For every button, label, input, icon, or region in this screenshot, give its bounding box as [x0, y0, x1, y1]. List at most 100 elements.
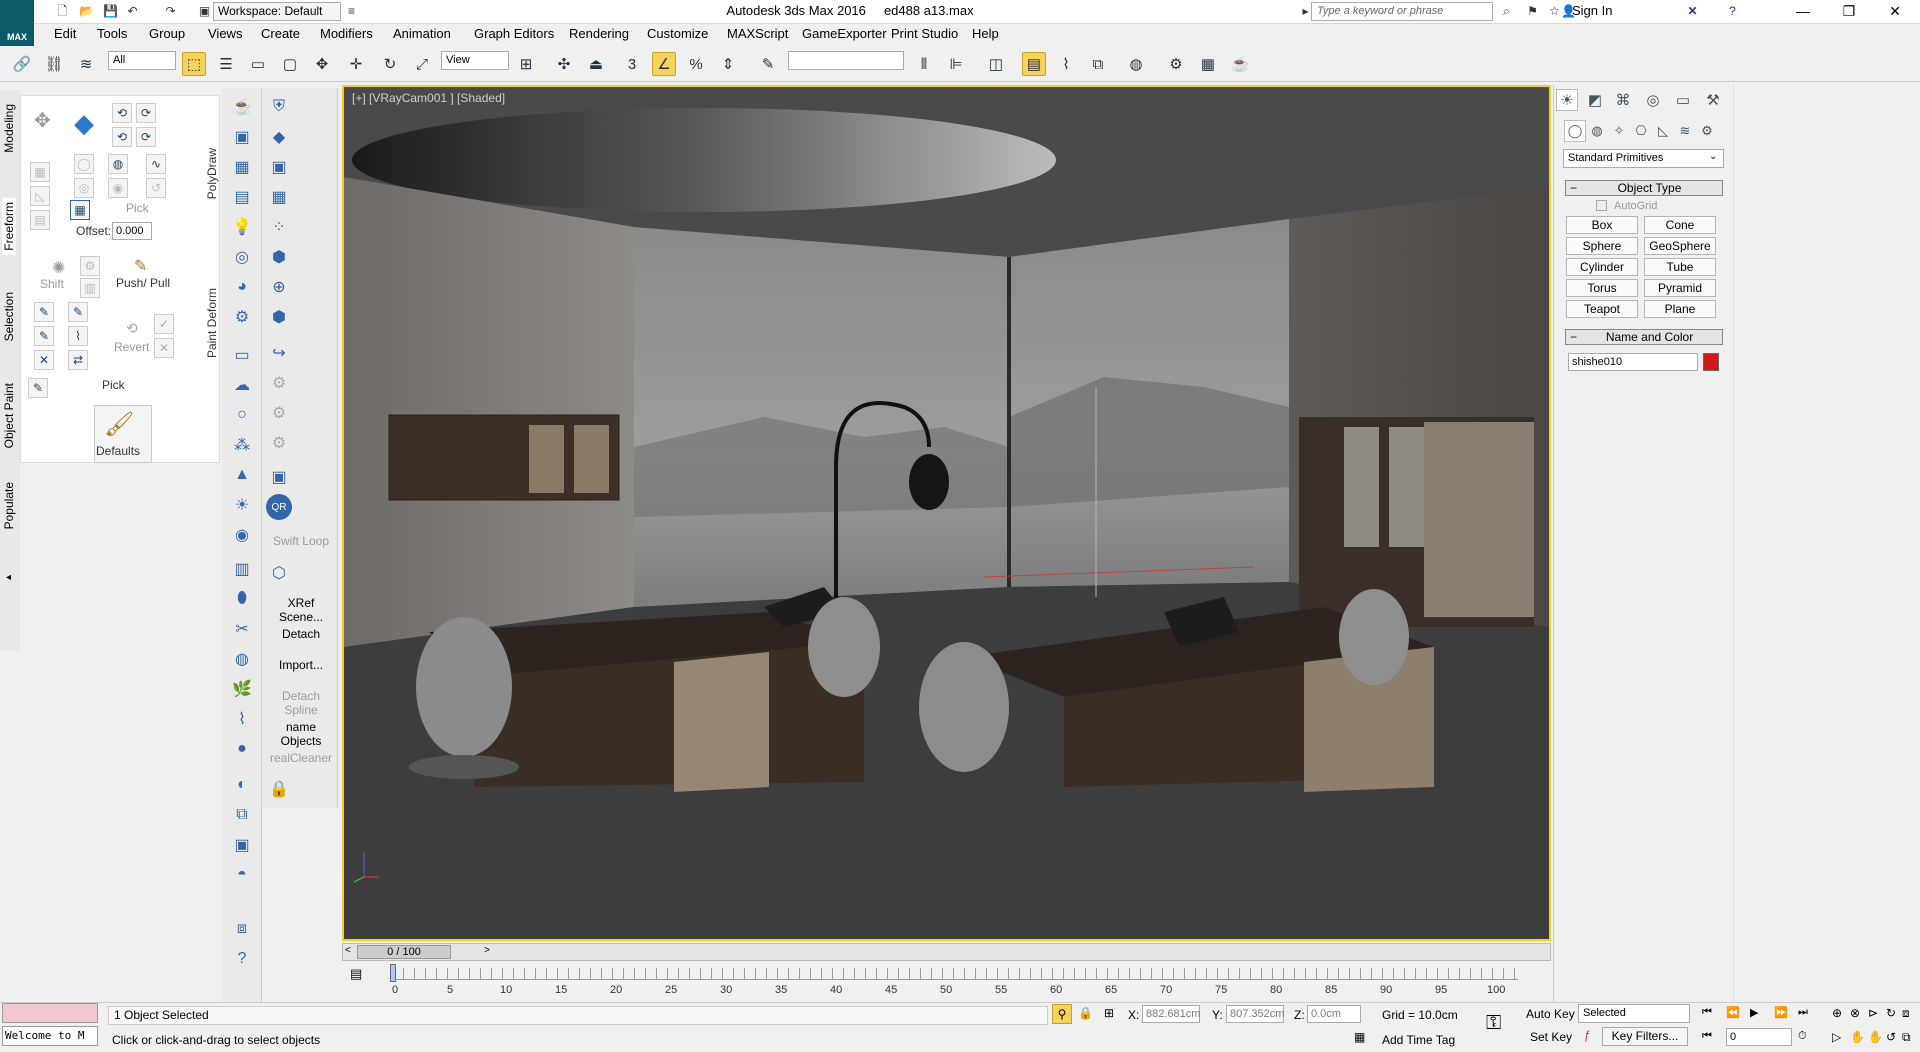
new-file-icon[interactable]: 🗋: [54, 3, 71, 20]
xref-scene-button[interactable]: XRef Scene...: [265, 596, 337, 624]
time-slider[interactable]: < 0 / 100 >: [342, 943, 1551, 961]
render-setup-icon[interactable]: ⚙: [1164, 52, 1188, 76]
menu-print-studio[interactable]: Print Studio: [891, 26, 958, 41]
material-editor-icon[interactable]: ◍: [1124, 52, 1148, 76]
displacement-icon[interactable]: ◍: [229, 646, 255, 672]
auto-key-button[interactable]: Auto Key: [1526, 1007, 1575, 1021]
lock-icon[interactable]: 🔒: [266, 776, 292, 802]
sphere-button[interactable]: Sphere: [1566, 237, 1638, 255]
maximize-viewport-icon[interactable]: ⧈: [1902, 1006, 1910, 1021]
camera-frame-icon[interactable]: ▣: [266, 464, 292, 490]
help-circle-icon[interactable]: ?: [229, 946, 255, 972]
ribbon-collapse-icon[interactable]: ◂: [6, 572, 11, 583]
object-color-swatch[interactable]: [1703, 353, 1719, 371]
unlink-icon[interactable]: ⛓: [42, 52, 66, 76]
pan-icon[interactable]: ✋: [1868, 1030, 1883, 1044]
dome-icon[interactable]: ◉: [229, 522, 255, 548]
menu-views[interactable]: Views: [208, 26, 242, 41]
window-crossing-icon[interactable]: ▢: [278, 52, 302, 76]
selection-filter-dropdown[interactable]: All: [108, 51, 176, 70]
script-disabled-icon[interactable]: ⚙: [266, 370, 292, 396]
x-coordinate-input[interactable]: 882.681cm: [1142, 1005, 1200, 1023]
surface-icon[interactable]: ◺: [30, 186, 50, 206]
tab-modeling[interactable]: Modeling: [2, 104, 16, 153]
save-icon[interactable]: 💾: [102, 3, 119, 20]
tab-selection[interactable]: Selection: [2, 292, 16, 341]
time-config-icon[interactable]: ⏱: [1798, 1030, 1807, 1043]
optimize-icon[interactable]: ⟲: [112, 127, 132, 147]
smudge-brush-icon[interactable]: ⇄: [68, 350, 88, 370]
plane-button[interactable]: Plane: [1644, 300, 1716, 318]
roll-icon[interactable]: ↺: [1886, 1030, 1896, 1044]
menu-rendering[interactable]: Rendering: [569, 26, 629, 41]
pinch-brush-icon[interactable]: ✎: [34, 326, 54, 346]
tab-freeform[interactable]: Freeform: [2, 198, 16, 255]
absolute-mode-icon[interactable]: ⊞: [1104, 1006, 1114, 1020]
play-icon[interactable]: ▶: [1750, 1006, 1758, 1019]
schematic-view-icon[interactable]: ⧉: [1086, 52, 1110, 76]
revert-label[interactable]: Revert: [114, 340, 149, 354]
name-color-rollout[interactable]: − Name and Color: [1565, 329, 1723, 345]
select-manipulate-icon[interactable]: ✣: [552, 52, 576, 76]
box-button[interactable]: Box: [1566, 216, 1638, 234]
frame-buffer-icon[interactable]: ▣: [229, 832, 255, 858]
dolly-icon[interactable]: ▷: [1832, 1030, 1841, 1044]
gem-icon[interactable]: ◆: [266, 124, 292, 150]
rendered-frame-window-icon[interactable]: ▦: [1196, 52, 1220, 76]
sphere-shaded-icon[interactable]: ◐: [229, 772, 255, 798]
pick2-label[interactable]: Pick: [102, 378, 125, 392]
vray-sphere-icon[interactable]: ◕: [229, 274, 255, 300]
zoom-all-icon[interactable]: ⊗: [1850, 1006, 1860, 1020]
select-by-name-icon[interactable]: ☰: [214, 52, 238, 76]
create-tab-icon[interactable]: ☀: [1556, 89, 1578, 111]
menu-help[interactable]: Help: [972, 26, 999, 41]
help-icon[interactable]: ?: [1724, 3, 1741, 20]
subscription-icon[interactable]: ⚑: [1524, 3, 1541, 20]
plant-icon[interactable]: 🌿: [229, 676, 255, 702]
select-move-icon[interactable]: ✛: [344, 52, 368, 76]
walkthrough-icon[interactable]: ✋: [1850, 1030, 1865, 1044]
next-key-icon[interactable]: ⏩: [1774, 1006, 1788, 1019]
edit-named-selection-icon[interactable]: ✎: [756, 52, 780, 76]
move-tool-icon[interactable]: ✥: [34, 108, 51, 133]
pivot-center-icon[interactable]: ⊞: [514, 52, 538, 76]
isolate-selection-icon[interactable]: ⚲: [1052, 1004, 1072, 1024]
utilities-tab-icon[interactable]: ⚒: [1702, 89, 1724, 111]
display-tab-icon[interactable]: ▭: [1672, 89, 1694, 111]
grass-icon[interactable]: ⁂: [229, 432, 255, 458]
menu-modifiers[interactable]: Modifiers: [320, 26, 373, 41]
zoom-icon[interactable]: ⊕: [1832, 1006, 1842, 1020]
helpers-icon[interactable]: ◺: [1652, 120, 1674, 142]
detach-spline-button[interactable]: Detach Spline: [265, 689, 337, 717]
collapse-icon[interactable]: −: [1566, 330, 1577, 344]
orbit-icon[interactable]: ↻: [1886, 1006, 1896, 1020]
select-move-icon[interactable]: ✥: [310, 52, 334, 76]
hierarchy-tab-icon[interactable]: ⌘: [1612, 89, 1634, 111]
cameras-icon[interactable]: ⎔: [1630, 120, 1652, 142]
strips-icon[interactable]: ◯: [74, 154, 94, 174]
modify-tab-icon[interactable]: ◩: [1584, 89, 1606, 111]
pyramid-button[interactable]: Pyramid: [1644, 279, 1716, 297]
topology-icon[interactable]: ◉: [108, 178, 128, 198]
calculator-icon[interactable]: ▦: [229, 154, 255, 180]
keyboard-shortcut-override-icon[interactable]: ⏏: [584, 52, 608, 76]
material-ball-icon[interactable]: ●: [229, 736, 255, 762]
rename-objects-button[interactable]: name Objects: [265, 720, 337, 748]
cancel-icon[interactable]: ✕: [154, 338, 174, 358]
shapes-icon[interactable]: ◎: [74, 178, 94, 198]
select-rotate-icon[interactable]: ↻: [378, 52, 402, 76]
shapes-icon[interactable]: ◍: [1586, 120, 1608, 142]
viewport-label[interactable]: [+] [VRayCam001 ] [Shaded]: [352, 91, 505, 105]
key-icon[interactable]: ⚿: [1486, 1012, 1501, 1035]
select-object-icon[interactable]: ⬚: [182, 52, 206, 76]
space-warps-icon[interactable]: ≋: [1674, 120, 1696, 142]
autogrid-checkbox[interactable]: [1596, 200, 1607, 211]
real-cleaner-button[interactable]: realCleaner: [265, 751, 337, 765]
track-bar[interactable]: ▤ 0 5 10 15 20 25 30 35 40 45 50 55 60 6…: [342, 962, 1551, 996]
quick-access-menu-icon[interactable]: ≡: [343, 3, 360, 20]
angle-snap-icon[interactable]: ∠: [652, 52, 676, 76]
turn-icon[interactable]: ↺: [146, 178, 166, 198]
scene-explorer-icon[interactable]: ▤: [1022, 52, 1046, 76]
select-scale-icon[interactable]: ⤢: [410, 52, 434, 76]
align-icon[interactable]: ⊫: [944, 52, 968, 76]
